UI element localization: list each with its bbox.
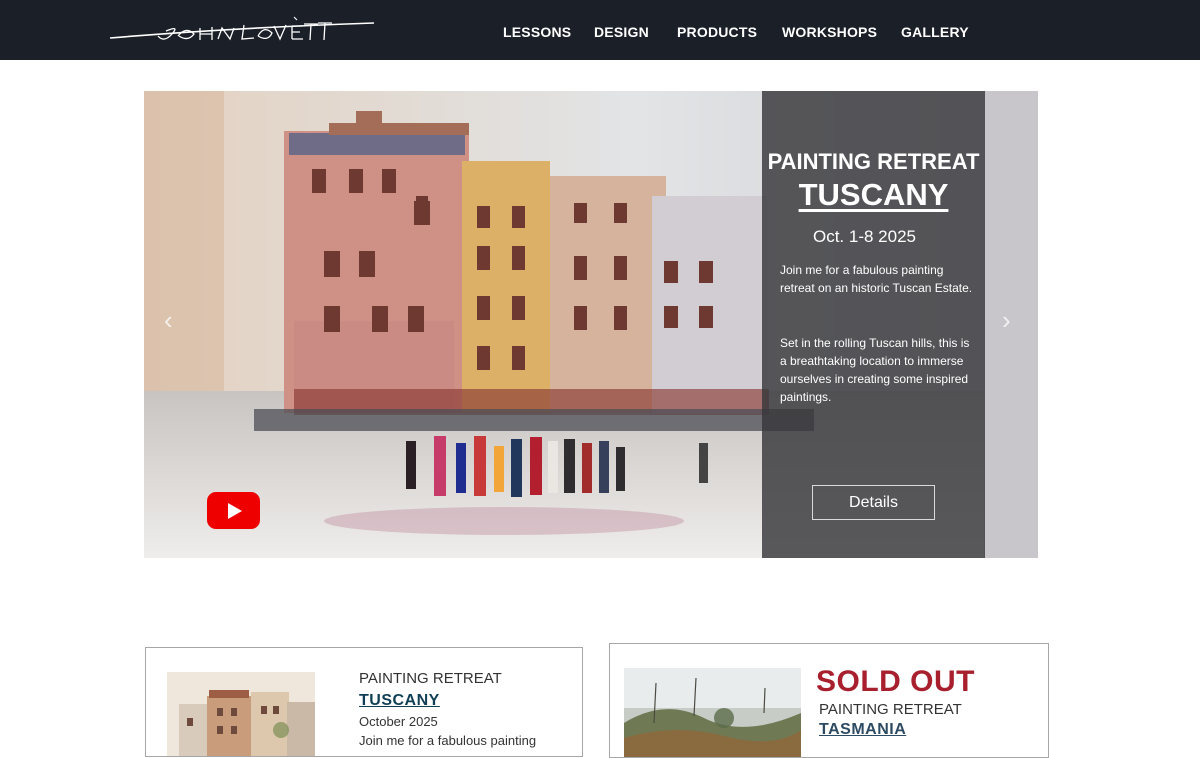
nav-products[interactable]: PRODUCTS [677,24,757,40]
youtube-play-icon[interactable] [207,492,260,529]
hero-title-line1: PAINTING RETREAT [767,149,980,174]
hero-paragraph-1: Join me for a fabulous painting retreat … [780,263,973,295]
nav-gallery[interactable]: GALLERY [901,24,969,40]
card-date: October 2025 [359,714,438,729]
slideshow-prev-arrow[interactable]: ‹ [164,307,173,333]
card-title-link[interactable]: TASMANIA [819,721,906,739]
retreat-card-tasmania[interactable]: SOLD OUT PAINTING RETREAT TASMANIA [609,643,1049,758]
nav-workshops[interactable]: WORKSHOPS [782,24,877,40]
play-triangle-icon [228,503,242,519]
sold-out-badge: SOLD OUT [816,665,975,698]
card-label: PAINTING RETREAT [819,701,962,718]
card-title-link[interactable]: TUSCANY [359,692,440,710]
hero-info-panel: PAINTING RETREAT TUSCANY Oct. 1-8 2025 J… [762,91,985,558]
nav-lessons[interactable]: LESSONS [503,24,571,40]
tuscany-thumbnail-image[interactable] [167,672,315,757]
hero-title-link[interactable]: TUSCANY [762,177,985,213]
card-label: PAINTING RETREAT [359,670,502,687]
hero-date: Oct. 1-8 2025 [812,227,916,246]
tasmania-thumbnail-image[interactable] [624,668,801,758]
slideshow-next-arrow[interactable]: › [1002,307,1011,333]
hero-slideshow: ‹ › PAINTING RETREAT TUSCANY Oct. 1-8 20… [144,91,1038,558]
nav-design[interactable]: DESIGN [594,24,649,40]
retreat-card-tuscany[interactable]: PAINTING RETREAT TUSCANY October 2025 Jo… [145,647,583,757]
site-header: LESSONS DESIGN PRODUCTS WORKSHOPS GALLER… [0,0,1200,60]
hero-paragraph-2: Set in the rolling Tuscan hills, this is… [780,336,970,404]
signature-logo[interactable] [108,12,380,50]
details-button[interactable]: Details [812,485,935,520]
card-description: Join me for a fabulous painting [359,733,537,748]
